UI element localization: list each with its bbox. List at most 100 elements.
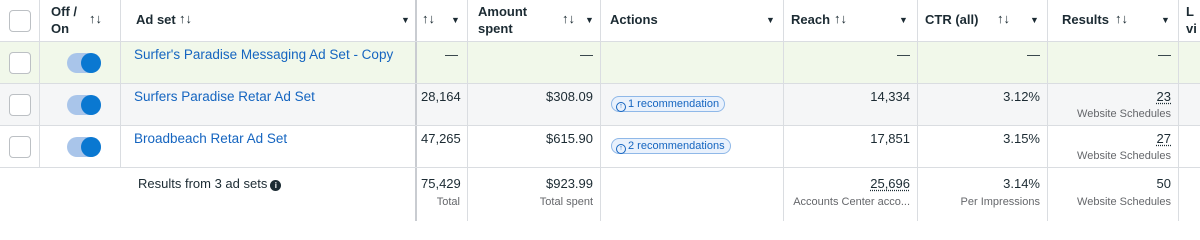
chevron-down-icon[interactable]: ▼ [766, 15, 775, 25]
ad-set-name-link[interactable]: Surfer's Paradise Messaging Ad Set - Cop… [134, 47, 393, 62]
reach-cell: — [784, 42, 918, 83]
chevron-down-icon[interactable]: ▼ [451, 15, 460, 25]
recommendation-label: 1 recommendation [628, 98, 720, 110]
ctr-value: 3.12% [1003, 89, 1040, 104]
footer-reach-value[interactable]: 25,696 [870, 176, 910, 191]
row-select-cell [0, 84, 40, 125]
chevron-down-icon[interactable]: ▼ [899, 15, 908, 25]
chevron-down-icon[interactable]: ▼ [401, 15, 410, 25]
amount-spent-cell: $615.90 [468, 126, 601, 167]
last-column-cell [1179, 126, 1200, 167]
off-on-header-line2: On [51, 21, 70, 36]
toggle-knob [81, 53, 101, 73]
footer-summary-label: Results from 3 ad sets [138, 176, 268, 191]
ctr-header-label: CTR (all) [925, 12, 979, 27]
sort-icon[interactable]: ↑↓ [89, 11, 102, 26]
actions-cell [601, 42, 784, 83]
row-toggle-cell [40, 126, 121, 167]
ctr-cell: 3.12% [918, 84, 1048, 125]
chevron-down-icon[interactable]: ▼ [1161, 15, 1170, 25]
footer-reach-sub: Accounts Center acco... [793, 196, 910, 208]
sort-icon[interactable]: ↑↓ [422, 11, 435, 26]
amount-spent-cell: $308.09 [468, 84, 601, 125]
amount-spent-value: — [580, 47, 593, 62]
table-footer-totals: Results from 3 ad sets i 75,429 Total $92… [0, 168, 1200, 221]
impressions-value: 47,265 [421, 131, 461, 146]
ctr-value: 3.15% [1003, 131, 1040, 146]
row-checkbox[interactable] [9, 136, 31, 158]
results-cell: — [1048, 42, 1179, 83]
actions-cell: ↑ 1 recommendation [601, 84, 784, 125]
ad-set-toggle[interactable] [67, 53, 101, 73]
toggle-knob [81, 95, 101, 115]
header-select-all-cell [0, 0, 40, 41]
row-select-cell [0, 42, 40, 83]
header-off-on-cell[interactable]: Off / On ↑↓ [40, 0, 121, 41]
chevron-down-icon[interactable]: ▼ [585, 15, 594, 25]
ad-set-toggle[interactable] [67, 137, 101, 157]
footer-amount-spent-sub: Total spent [539, 196, 593, 208]
ad-set-header-label: Ad set [136, 12, 176, 27]
recommendation-badge[interactable]: ↑ 1 recommendation [611, 96, 726, 112]
header-reach-cell[interactable]: Reach ↑↓ ▼ [784, 0, 918, 41]
results-value[interactable]: 23 [1157, 89, 1171, 104]
ad-set-name-cell: Broadbeach Retar Ad Set [121, 126, 417, 167]
header-ad-set-cell[interactable]: Ad set ↑↓ ▼ [121, 0, 417, 41]
amount-spent-header-line1: Amount [478, 4, 528, 19]
info-icon[interactable]: i [270, 180, 282, 191]
reach-cell: 14,334 [784, 84, 918, 125]
results-type: Website Schedules [1077, 150, 1171, 162]
off-on-header-line1: Off / [51, 4, 77, 19]
actions-cell: ↑ 2 recommendations [601, 126, 784, 167]
header-last-column-cell[interactable]: L vi [1179, 0, 1200, 41]
table-row[interactable]: Broadbeach Retar Ad Set 47,265 $615.90 ↑… [0, 126, 1200, 168]
header-amount-spent-cell[interactable]: Amount spent ↑↓ ▼ [468, 0, 601, 41]
sort-icon[interactable]: ↑↓ [834, 11, 847, 26]
row-checkbox[interactable] [9, 52, 31, 74]
reach-value: 14,334 [870, 89, 910, 104]
table-row[interactable]: Surfer's Paradise Messaging Ad Set - Cop… [0, 42, 1200, 84]
ad-set-name-cell: Surfer's Paradise Messaging Ad Set - Cop… [121, 42, 417, 83]
sort-icon[interactable]: ↑↓ [562, 11, 575, 26]
footer-reach-cell: 25,696 Accounts Center acco... [784, 168, 918, 221]
ad-sets-table: Off / On ↑↓ Ad set ↑↓ ▼ ↑↓ ▼ Amount spen… [0, 0, 1200, 221]
table-row[interactable]: Surfers Paradise Retar Ad Set 28,164 $30… [0, 84, 1200, 126]
sort-icon[interactable]: ↑↓ [1115, 11, 1128, 26]
sort-icon[interactable]: ↑↓ [179, 11, 192, 26]
row-toggle-cell [40, 84, 121, 125]
row-checkbox[interactable] [9, 94, 31, 116]
select-all-checkbox[interactable] [9, 10, 31, 32]
footer-impressions-cell: 75,429 Total [417, 168, 468, 221]
results-value: — [1158, 47, 1171, 62]
ad-set-name-link[interactable]: Surfers Paradise Retar Ad Set [134, 89, 315, 104]
footer-summary-cell: Results from 3 ad sets i [40, 168, 417, 221]
impressions-cell: — [417, 42, 468, 83]
header-impressions-cell[interactable]: ↑↓ ▼ [417, 0, 468, 41]
footer-ctr-cell: 3.14% Per Impressions [918, 168, 1048, 221]
sort-icon[interactable]: ↑↓ [997, 11, 1010, 26]
row-select-cell [0, 126, 40, 167]
amount-spent-value: $308.09 [546, 89, 593, 104]
ad-set-name-link[interactable]: Broadbeach Retar Ad Set [134, 131, 287, 146]
ctr-cell: 3.15% [918, 126, 1048, 167]
footer-last-cell [1179, 168, 1200, 221]
footer-empty-cell [0, 168, 40, 221]
results-header-label: Results [1062, 12, 1109, 27]
chevron-down-icon[interactable]: ▼ [1030, 15, 1039, 25]
row-toggle-cell [40, 42, 121, 83]
reach-header-label: Reach [791, 12, 831, 27]
results-value[interactable]: 27 [1157, 131, 1171, 146]
ad-set-toggle[interactable] [67, 95, 101, 115]
impressions-value: — [445, 47, 458, 62]
reach-cell: 17,851 [784, 126, 918, 167]
amount-spent-value: $615.90 [546, 131, 593, 146]
recommendation-badge[interactable]: ↑ 2 recommendations [611, 138, 731, 154]
header-ctr-cell[interactable]: CTR (all) ↑↓ ▼ [918, 0, 1048, 41]
last-column-cell [1179, 84, 1200, 125]
recommendation-label: 2 recommendations [628, 140, 725, 152]
table-header: Off / On ↑↓ Ad set ↑↓ ▼ ↑↓ ▼ Amount spen… [0, 0, 1200, 42]
footer-ctr-sub: Per Impressions [960, 196, 1040, 208]
header-actions-cell[interactable]: Actions ▼ [601, 0, 784, 41]
actions-header-label: Actions [610, 12, 658, 27]
header-results-cell[interactable]: Results ↑↓ ▼ [1048, 0, 1179, 41]
